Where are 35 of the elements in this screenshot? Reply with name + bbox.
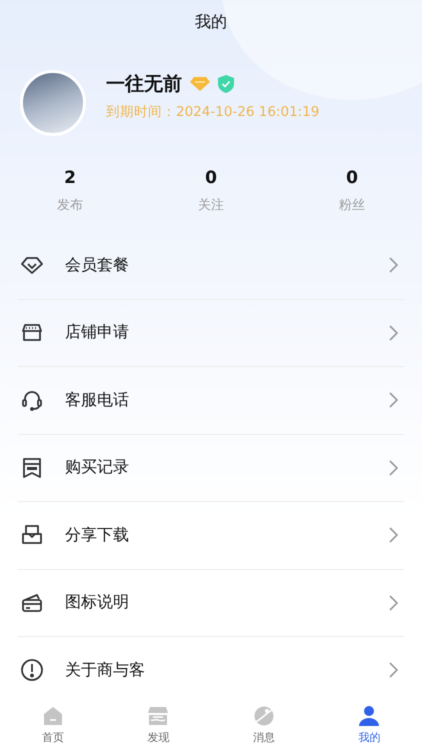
chevron-right-icon bbox=[389, 662, 398, 678]
exclamation-circle-icon bbox=[20, 658, 44, 682]
menu-label: 关于商与客 bbox=[65, 660, 146, 681]
headset-icon bbox=[20, 388, 44, 412]
page-title: 我的 bbox=[194, 11, 228, 33]
menu-item[interactable]: 分享下载 bbox=[18, 502, 404, 570]
menu-label: 会员套餐 bbox=[65, 254, 130, 276]
planet-icon bbox=[252, 705, 275, 727]
menu-label: 图标说明 bbox=[65, 592, 130, 614]
shop-icon bbox=[147, 705, 170, 727]
home-icon bbox=[42, 705, 64, 727]
chevron-right-icon bbox=[389, 257, 398, 274]
menu-item[interactable]: 购买记录 bbox=[18, 434, 404, 502]
chevron-right-icon bbox=[389, 392, 398, 408]
receipt-icon bbox=[20, 456, 44, 480]
menu-label: 购买记录 bbox=[65, 457, 130, 478]
chevron-right-icon bbox=[389, 324, 398, 341]
menu-label: 客服电话 bbox=[65, 390, 130, 411]
menu-item[interactable]: 客服电话 bbox=[18, 367, 404, 434]
menu-label: 分享下载 bbox=[65, 524, 130, 546]
diamond-icon bbox=[190, 76, 210, 92]
chevron-right-icon bbox=[389, 594, 398, 611]
stat-count[interactable]: 0 bbox=[346, 168, 358, 188]
chevron-right-icon bbox=[389, 460, 398, 476]
menu-item[interactable]: 图标说明 bbox=[18, 570, 404, 637]
expiry-time: 到期时间：2024-10-26 16:01:19 bbox=[106, 103, 320, 121]
menu-item[interactable]: 会员套餐 bbox=[18, 232, 404, 300]
stat-count[interactable]: 0 bbox=[205, 168, 217, 188]
menu-label: 店铺申请 bbox=[65, 322, 130, 344]
chevron-right-icon bbox=[389, 527, 398, 544]
stat-count[interactable]: 2 bbox=[64, 168, 76, 188]
shield-check-icon bbox=[218, 75, 234, 93]
menu-item[interactable]: 店铺申请 bbox=[18, 300, 404, 367]
person-icon bbox=[358, 705, 380, 727]
user-name: 一往无前 bbox=[106, 72, 182, 97]
